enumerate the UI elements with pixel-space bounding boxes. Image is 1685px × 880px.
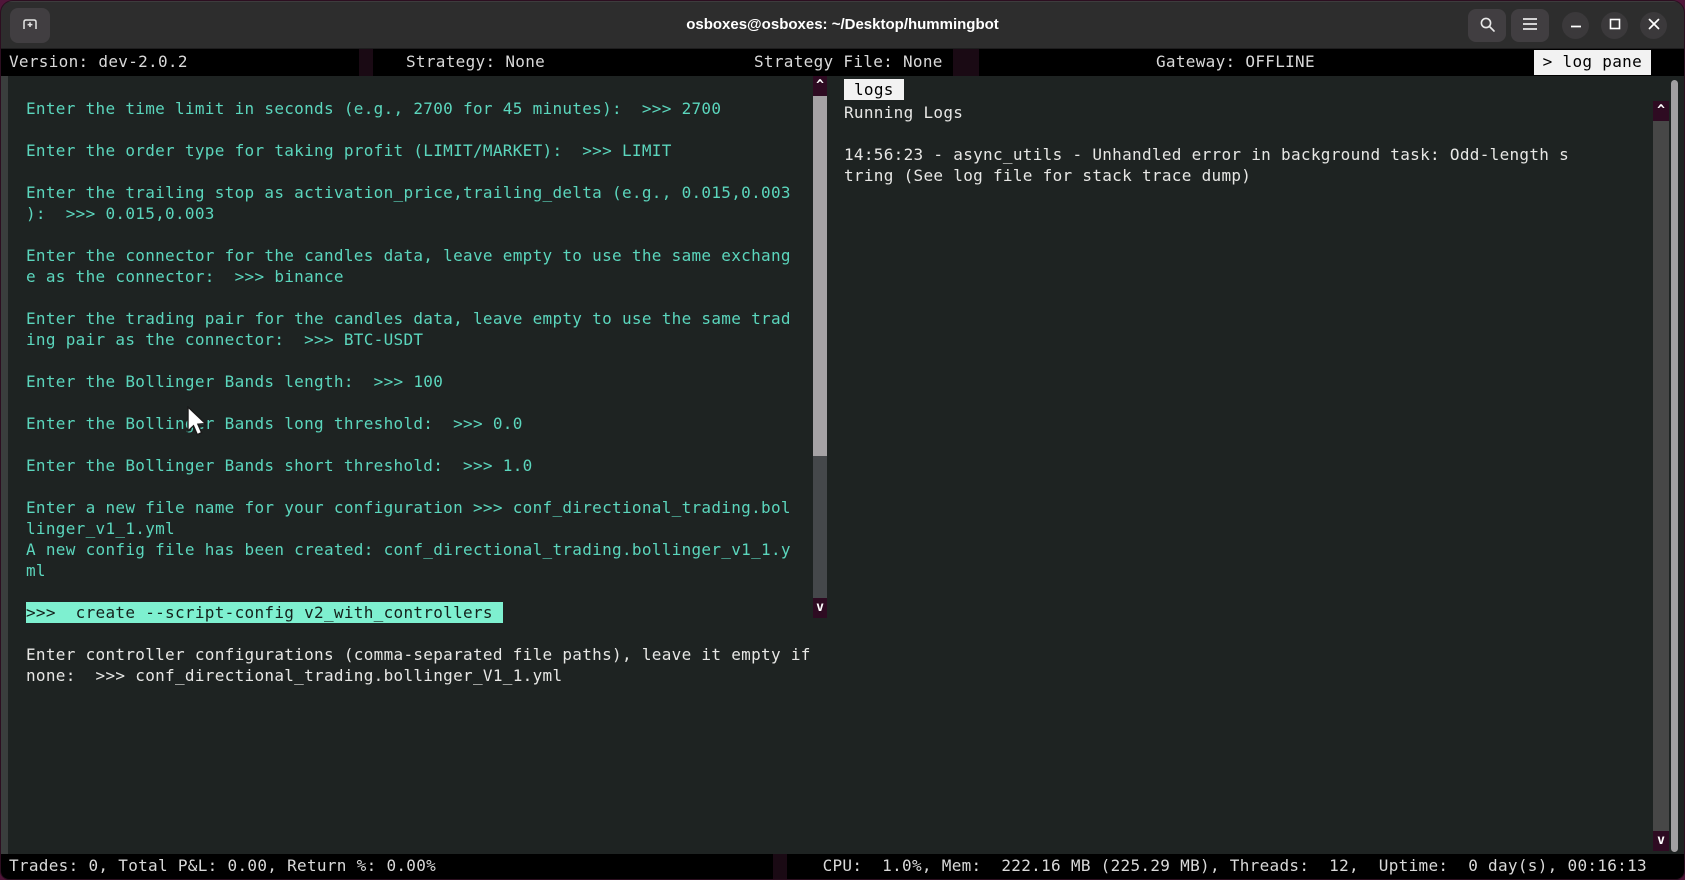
terminal-line: Enter the time limit in seconds (e.g., 2… bbox=[26, 98, 811, 119]
terminal-line bbox=[26, 350, 811, 371]
output-scrollbar[interactable]: ^ v bbox=[813, 76, 827, 618]
log-scrollbar-track[interactable] bbox=[1653, 121, 1669, 831]
log-pane: logs Running Logs 14:56:23 - async_utils… bbox=[844, 76, 1644, 186]
output-scrollbar-track[interactable] bbox=[813, 456, 827, 598]
hummingbot-topbar: Version: dev-2.0.2 Strategy: None Strate… bbox=[1, 49, 1684, 76]
log-pane-toggle[interactable]: > log pane bbox=[1534, 50, 1651, 75]
terminal-line: Enter the Bollinger Bands long threshold… bbox=[26, 413, 811, 434]
log-lines: 14:56:23 - async_utils - Unhandled error… bbox=[844, 144, 1644, 186]
terminal-line: Enter controller configurations (comma-s… bbox=[26, 644, 811, 665]
minimize-icon bbox=[1570, 18, 1582, 33]
main-area: Enter the time limit in seconds (e.g., 2… bbox=[1, 76, 1684, 856]
terminal-line: Enter the Bollinger Bands length: >>> 10… bbox=[26, 371, 811, 392]
close-button[interactable] bbox=[1640, 12, 1667, 39]
version-label: Version: dev-2.0.2 bbox=[9, 52, 188, 71]
terminal-line: Enter the Bollinger Bands short threshol… bbox=[26, 455, 811, 476]
terminal-line bbox=[26, 224, 811, 245]
titlebar[interactable]: osboxes@osboxes: ~/Desktop/hummingbot bbox=[1, 1, 1684, 49]
terminal-line: ml bbox=[26, 560, 811, 581]
search-icon bbox=[1479, 16, 1496, 36]
terminal-line bbox=[26, 476, 811, 497]
segment-divider bbox=[953, 49, 979, 76]
window-title: osboxes@osboxes: ~/Desktop/hummingbot bbox=[1, 1, 1684, 49]
terminal-line bbox=[26, 581, 811, 602]
terminal-line: Enter the trailing stop as activation_pr… bbox=[26, 182, 811, 203]
log-line: tring (See log file for stack trace dump… bbox=[844, 165, 1644, 186]
scroll-down-icon[interactable]: v bbox=[1653, 831, 1669, 851]
close-icon bbox=[1648, 18, 1660, 33]
terminal-overlay-scrollbar[interactable] bbox=[1671, 80, 1678, 852]
maximize-icon bbox=[1609, 18, 1621, 33]
strategy-file-label: Strategy File: None bbox=[754, 52, 943, 71]
terminal-line bbox=[26, 161, 811, 182]
terminal-line bbox=[26, 623, 811, 644]
scroll-up-icon[interactable]: ^ bbox=[813, 76, 827, 96]
terminal-line: ing pair as the connector: >>> BTC-USDT bbox=[26, 329, 811, 350]
terminal-line bbox=[26, 119, 811, 140]
left-edge-strip bbox=[1, 76, 8, 856]
terminal-line: Enter the order type for taking profit (… bbox=[26, 140, 811, 161]
terminal-line: Enter the connector for the candles data… bbox=[26, 245, 811, 266]
segment-divider bbox=[359, 49, 373, 76]
log-scrollbar[interactable]: ^ v bbox=[1653, 101, 1669, 851]
system-status: CPU: 1.0%, Mem: 222.16 MB (225.29 MB), T… bbox=[823, 856, 1647, 875]
scroll-down-icon[interactable]: v bbox=[813, 598, 827, 618]
terminal-line bbox=[26, 434, 811, 455]
output-scrollbar-thumb[interactable] bbox=[813, 96, 827, 456]
maximize-button[interactable] bbox=[1601, 12, 1628, 39]
scroll-up-icon[interactable]: ^ bbox=[1653, 101, 1669, 121]
terminal-line: ): >>> 0.015,0.003 bbox=[26, 203, 811, 224]
hamburger-icon bbox=[1522, 17, 1538, 34]
hummingbot-bottombar: Trades: 0, Total P&L: 0.00, Return %: 0.… bbox=[1, 854, 1684, 879]
terminal-line: Enter the trading pair for the candles d… bbox=[26, 308, 811, 329]
terminal-line: >>> create --script-config v2_with_contr… bbox=[26, 602, 811, 623]
terminal-line bbox=[26, 392, 811, 413]
minimize-button[interactable] bbox=[1562, 12, 1589, 39]
terminal-line: none: >>> conf_directional_trading.bolli… bbox=[26, 665, 811, 686]
terminal-line: linger_v1_1.yml bbox=[26, 518, 811, 539]
terminal-line bbox=[26, 287, 811, 308]
trades-status: Trades: 0, Total P&L: 0.00, Return %: 0.… bbox=[9, 856, 436, 875]
terminal-line: A new config file has been created: conf… bbox=[26, 539, 811, 560]
log-line: 14:56:23 - async_utils - Unhandled error… bbox=[844, 144, 1644, 165]
terminal-line: e as the connector: >>> binance bbox=[26, 266, 811, 287]
terminal-window: osboxes@osboxes: ~/Desktop/hummingbot bbox=[0, 0, 1685, 880]
menu-button[interactable] bbox=[1511, 9, 1549, 42]
gateway-label: Gateway: OFFLINE bbox=[1156, 52, 1315, 71]
terminal-output-pane: Enter the time limit in seconds (e.g., 2… bbox=[26, 98, 811, 686]
logs-heading: Running Logs bbox=[844, 102, 1644, 123]
logs-tab[interactable]: logs bbox=[844, 79, 904, 100]
segment-divider bbox=[773, 854, 787, 879]
search-button[interactable] bbox=[1468, 9, 1506, 42]
desktop: osboxes@osboxes: ~/Desktop/hummingbot bbox=[0, 0, 1685, 880]
strategy-label: Strategy: None bbox=[406, 52, 545, 71]
terminal-line: Enter a new file name for your configura… bbox=[26, 497, 811, 518]
